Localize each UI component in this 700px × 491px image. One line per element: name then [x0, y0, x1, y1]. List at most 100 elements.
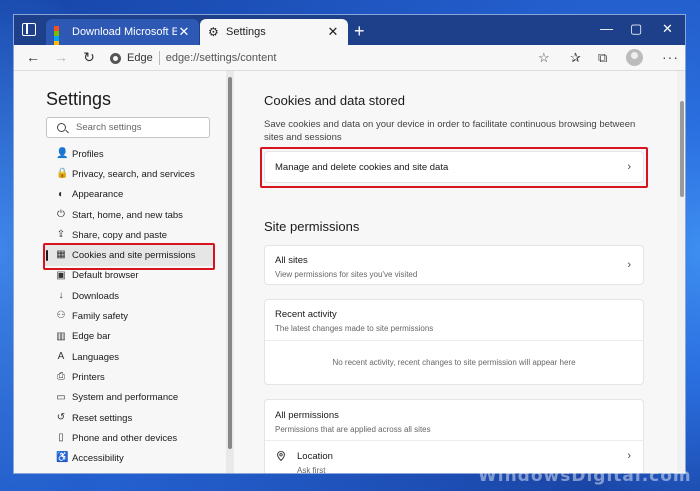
search-settings[interactable]: [46, 117, 210, 138]
sidebar-item-label: Family safety: [72, 311, 128, 323]
sidebar-item-label: Share, copy and paste: [72, 229, 168, 241]
sidebar-item-icon: ↺: [56, 411, 66, 423]
sidebar-item-label: Reset settings: [72, 412, 133, 424]
sidebar-highlight-box: [43, 243, 215, 270]
sidebar-item-edge-bar[interactable]: ▥ Edge bar: [44, 327, 214, 347]
sidebar-item-downloads[interactable]: ↓ Downloads: [44, 286, 214, 306]
sidebar-item-icon: ⇪: [56, 229, 66, 241]
sidebar-item-privacy-search-and-services[interactable]: 🔒 Privacy, search, and services: [44, 164, 214, 184]
sidebar-scroll-thumb[interactable]: [228, 77, 232, 449]
recent-activity-title: Recent activity: [275, 309, 337, 320]
location-subtitle: Ask first: [297, 466, 326, 474]
sidebar-nav: 👤 Profiles 🔒 Privacy, search, and services ◐…: [44, 144, 214, 469]
more-icon[interactable]: ···: [662, 49, 679, 65]
minimize-button[interactable]: —: [600, 21, 613, 36]
sidebar-item-languages[interactable]: A Languages: [44, 347, 214, 367]
all-sites-link[interactable]: All sites View permissions for sites you…: [264, 245, 644, 285]
favorites-add-icon[interactable]: ☆: [538, 50, 550, 66]
sidebar-item-icon: ▯: [58, 432, 64, 444]
sidebar-item-label: Languages: [72, 351, 120, 363]
new-tab-button[interactable]: +: [354, 21, 365, 42]
sidebar-item-accessibility[interactable]: ♿ Accessibility: [44, 448, 214, 468]
sidebar-item-icon: ♿: [56, 452, 69, 464]
close-tab-icon[interactable]: ✕: [326, 24, 340, 40]
address-site: Edge: [127, 52, 153, 64]
card-divider: [265, 340, 643, 341]
browser-window: Download Microsoft Edge Web Br ✕ ⚙ Setti…: [13, 14, 686, 474]
tab-title: Download Microsoft Edge Web Br: [72, 26, 177, 38]
tab-actions-icon[interactable]: [22, 23, 36, 36]
site-permissions-title: Site permissions: [264, 219, 360, 234]
close-window-button[interactable]: ✕: [662, 21, 673, 37]
sidebar-item-icon: 👤: [56, 148, 69, 159]
tab-strip: Download Microsoft Edge Web Br ✕ ⚙ Setti…: [14, 15, 685, 46]
recent-activity-empty: No recent activity, recent changes to si…: [332, 358, 576, 367]
all-permissions-card: All permissions Permissions that are app…: [264, 399, 644, 474]
all-sites-title: All sites: [275, 255, 308, 266]
main-panel: Cookies and data stored Save cookies and…: [234, 71, 685, 474]
search-icon: [57, 123, 66, 132]
chevron-right-icon: ›: [627, 450, 631, 462]
sidebar-item-label: Accessibility: [72, 453, 124, 465]
sidebar-item-family-safety[interactable]: ⚇ Family safety: [44, 306, 214, 326]
recent-activity-card: Recent activity The latest changes made …: [264, 299, 644, 385]
sidebar-item-label: Edge bar: [72, 331, 111, 343]
sidebar-item-label: Appearance: [72, 189, 124, 201]
tab-download-edge[interactable]: Download Microsoft Edge Web Br ✕: [46, 19, 199, 46]
sidebar-title: Settings: [46, 89, 112, 109]
all-sites-subtitle: View permissions for sites you've visite…: [275, 270, 418, 279]
settings-sidebar: Settings 👤Profiles🔒Privacy, search, and …: [14, 71, 226, 473]
sidebar-item-icon: ↓: [58, 290, 64, 302]
sidebar-item-reset-settings[interactable]: ↺ Reset settings: [44, 408, 214, 428]
cookies-section-title: Cookies and data stored: [264, 93, 405, 108]
address-url: edge://settings/content: [165, 52, 277, 64]
sidebar-item-icon: A: [57, 350, 65, 362]
sidebar-item-appearance[interactable]: ◐ Appearance: [44, 185, 214, 205]
location-title: Location: [297, 451, 333, 462]
sidebar-item-phone-and-other-devices[interactable]: ▯ Phone and other devices: [44, 428, 214, 448]
main-scroll-thumb[interactable]: [680, 101, 684, 197]
gear-icon: ⚙: [208, 25, 219, 39]
profile-icon[interactable]: [626, 49, 643, 66]
collections-icon[interactable]: ⧉: [598, 50, 607, 66]
sidebar-item-icon: ◐: [57, 188, 65, 200]
all-permissions-subtitle: Permissions that are applied across all …: [275, 425, 431, 434]
sidebar-item-icon: 🔒: [56, 168, 69, 180]
sidebar-item-icon: ▥: [56, 330, 66, 342]
close-tab-icon[interactable]: ✕: [177, 24, 191, 40]
maximize-button[interactable]: ▢: [630, 21, 642, 37]
forward-icon[interactable]: →: [52, 49, 70, 65]
all-permissions-title: All permissions: [275, 410, 339, 421]
address-toolbar: ← → ↻ Edge edge://settings/content ☆ ✰ ⧉…: [14, 45, 685, 71]
chevron-right-icon: ›: [627, 259, 631, 271]
tab-settings[interactable]: ⚙ Settings ✕: [200, 19, 348, 45]
sidebar-item-icon: ⚇: [56, 310, 66, 322]
sidebar-item-label: Default browser: [72, 270, 139, 282]
sidebar-item-label: Start, home, and new tabs: [72, 209, 183, 221]
favorites-icon[interactable]: ✰: [570, 50, 581, 66]
sidebar-scrollbar[interactable]: [226, 71, 234, 473]
sidebar-item-icon: ⏻: [57, 208, 65, 220]
sidebar-item-label: Profiles: [72, 148, 104, 160]
sidebar-item-start-home-and-new-tabs[interactable]: ⏻ Start, home, and new tabs: [44, 205, 214, 225]
sidebar-item-system-and-performance[interactable]: ▭ System and performance: [44, 388, 214, 408]
watermark: WindowsDigital.com: [478, 466, 692, 486]
sidebar-item-label: Printers: [72, 371, 105, 383]
location-pin-icon: [277, 451, 285, 461]
back-icon[interactable]: ←: [24, 49, 42, 65]
sidebar-item-icon: ⎙: [57, 371, 65, 383]
sidebar-item-profiles[interactable]: 👤 Profiles: [44, 144, 214, 164]
highlight-box: [260, 147, 648, 188]
sidebar-item-label: Phone and other devices: [72, 432, 178, 444]
main-scrollbar[interactable]: [677, 71, 685, 473]
recent-activity-subtitle: The latest changes made to site permissi…: [275, 324, 434, 333]
sidebar-item-icon: ▣: [56, 269, 66, 281]
sidebar-item-icon: ▭: [56, 391, 66, 403]
search-input[interactable]: [76, 122, 206, 133]
sidebar-item-printers[interactable]: ⎙ Printers: [44, 367, 214, 387]
sidebar-item-label: Downloads: [72, 290, 119, 302]
sidebar-item-label: System and performance: [72, 392, 179, 404]
settings-content: Settings 👤Profiles🔒Privacy, search, and …: [14, 71, 685, 474]
refresh-icon[interactable]: ↻: [80, 49, 98, 66]
address-bar[interactable]: Edge edge://settings/content: [110, 48, 560, 68]
